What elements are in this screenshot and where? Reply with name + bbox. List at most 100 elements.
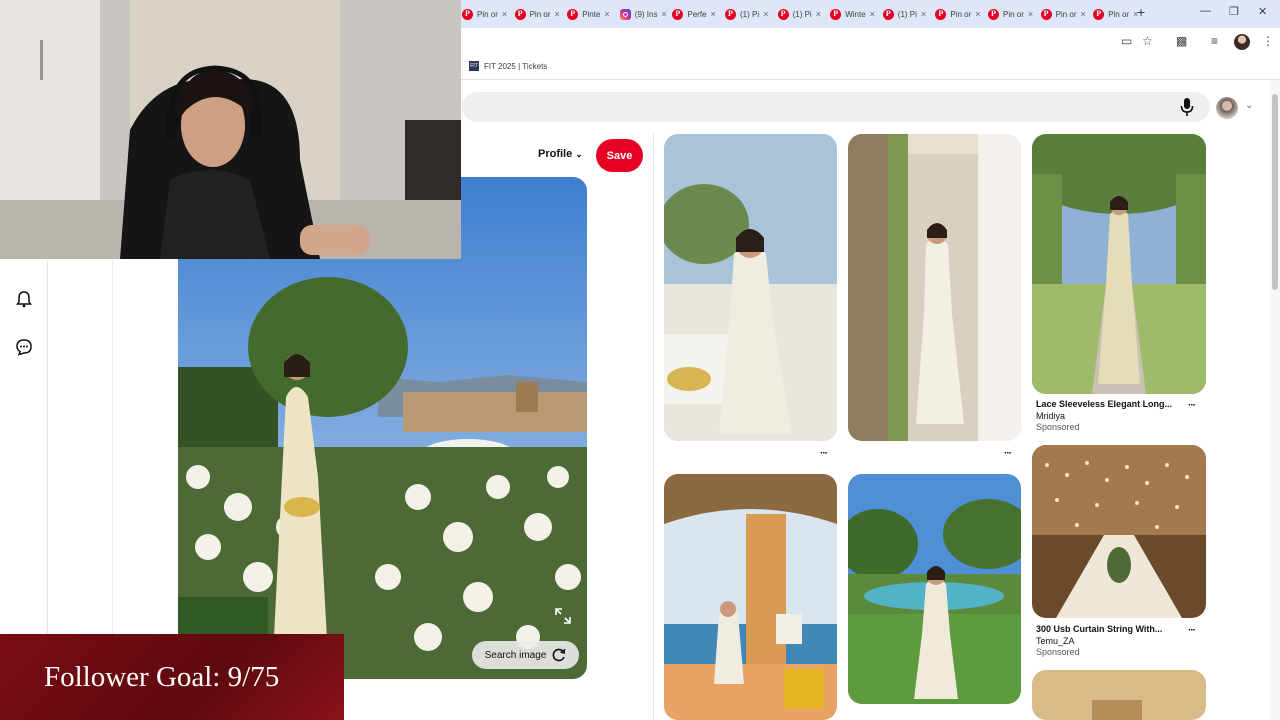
tab-close-icon[interactable]: ×	[763, 9, 768, 19]
pinterest-icon	[1040, 8, 1052, 20]
tab-label: Perfe	[687, 9, 707, 19]
pinterest-icon	[462, 8, 473, 20]
tab-close-icon[interactable]: ×	[711, 9, 716, 19]
pin-title[interactable]: Lace Sleeveless Elegant Long...	[1036, 399, 1172, 409]
tab-close-icon[interactable]: ×	[661, 9, 666, 19]
media-control-icon[interactable]: ≡	[1211, 34, 1218, 48]
instagram-icon	[619, 8, 631, 20]
profile-dropdown-button[interactable]: Profile ⌄	[538, 148, 583, 160]
screen: Pin or×Pin or×Pinte×(9) Ins×Perfe×(1) Pi…	[0, 0, 1280, 720]
dinner-table-photo	[664, 134, 837, 441]
pin-image-lace-dress[interactable]	[1032, 134, 1206, 394]
follower-goal-banner: Follower Goal: 9/75	[0, 634, 344, 720]
pin-image-dinner-table[interactable]	[664, 134, 837, 441]
tab-close-icon[interactable]: ×	[816, 9, 821, 19]
browser-tab[interactable]: Pin or×	[935, 4, 983, 24]
search-image-label: Search image	[484, 649, 547, 661]
pinterest-icon	[1093, 8, 1105, 20]
string-lights-photo	[1032, 445, 1206, 618]
pin-more-options-icon[interactable]: ···	[820, 448, 828, 459]
bookmark-fit-tickets[interactable]: FIT FIT 2025 | Tickets	[469, 61, 547, 71]
browser-tab[interactable]: Pin or×	[514, 4, 563, 24]
save-button[interactable]: Save	[596, 139, 643, 172]
tab-label: Pin or	[950, 9, 972, 19]
expand-icon[interactable]	[552, 605, 574, 627]
browser-tab[interactable]: (1) Pi ×	[882, 4, 931, 24]
browser-menu-icon[interactable]: ⋮	[1262, 34, 1274, 48]
tab-close-icon[interactable]: ×	[502, 9, 507, 19]
browser-tab[interactable]: Pinte×	[567, 4, 615, 24]
bookmark-star-icon[interactable]: ☆	[1142, 34, 1153, 48]
browser-tab[interactable]: (1) Pi×	[777, 4, 826, 24]
terrace-photo	[664, 474, 837, 720]
browser-tab[interactable]: Pin or×	[462, 4, 510, 24]
pinterest-icon	[988, 8, 999, 20]
tab-label: (1) Pi	[897, 9, 917, 19]
browser-tab[interactable]: Winte ×	[830, 4, 878, 24]
doorway-photo	[848, 134, 1021, 441]
scrollbar-thumb[interactable]	[1272, 94, 1278, 290]
tab-close-icon[interactable]: ×	[555, 9, 560, 19]
browser-profile-avatar[interactable]	[1234, 34, 1250, 50]
address-bar[interactable]	[462, 30, 1100, 54]
rail-divider	[112, 260, 113, 634]
pin-image-doorway[interactable]	[848, 134, 1021, 441]
pinterest-icon	[672, 8, 684, 20]
browser-tab[interactable]: Pin or ×	[988, 4, 1036, 24]
tab-close-icon[interactable]: ×	[921, 9, 926, 19]
pool-photo	[848, 474, 1021, 704]
streamer-webcam-feed	[0, 0, 461, 259]
pin-source[interactable]: Mridiya	[1036, 411, 1065, 421]
browser-tab[interactable]: Perfe ×	[672, 4, 720, 24]
restore-icon[interactable]: ❐	[1229, 5, 1239, 18]
pin-more-options-icon[interactable]: ···	[1188, 625, 1196, 636]
pinterest-icon	[882, 8, 894, 20]
left-navigation-rail	[0, 260, 48, 634]
tab-label: (1) Pi	[740, 9, 760, 19]
pin-sponsored-label: Sponsored	[1036, 647, 1080, 657]
tab-label: Pinte	[582, 9, 601, 19]
close-window-icon[interactable]: ✕	[1258, 5, 1267, 18]
pinterest-icon	[935, 8, 947, 20]
tab-close-icon[interactable]: ×	[604, 9, 609, 19]
install-app-icon[interactable]: ▭	[1121, 34, 1132, 48]
tab-label: (9) Ins	[634, 9, 658, 19]
tab-label: Pin or	[1055, 9, 1077, 19]
minimize-icon[interactable]: —	[1200, 5, 1211, 17]
tab-close-icon[interactable]: ×	[1028, 9, 1033, 19]
pin-title[interactable]: 300 Usb Curtain String With...	[1036, 624, 1162, 634]
pinterest-icon	[514, 8, 526, 20]
browser-tab[interactable]: (1) Pi×	[725, 4, 773, 24]
pin-image-partial[interactable]	[1032, 670, 1206, 720]
search-image-button[interactable]: Search image	[472, 641, 579, 669]
tab-label: Pin or	[1003, 9, 1024, 19]
browser-tab[interactable]: Pin or×	[1093, 4, 1141, 24]
search-input[interactable]	[462, 92, 1210, 122]
microphone-icon[interactable]	[1180, 97, 1194, 117]
pinterest-icon	[567, 8, 579, 20]
pin-image-pool[interactable]	[848, 474, 1021, 704]
pin-sponsored-label: Sponsored	[1036, 422, 1080, 432]
pin-source[interactable]: Temu_ZA	[1036, 636, 1075, 646]
notifications-bell-icon[interactable]	[15, 290, 33, 308]
pin-more-options-icon[interactable]: ···	[1188, 400, 1196, 411]
extensions-icon[interactable]: ▩	[1176, 34, 1187, 48]
visual-search-icon	[552, 648, 566, 662]
pin-more-options-icon[interactable]: ···	[1004, 448, 1012, 459]
browser-tab[interactable]: (9) Ins ×	[619, 4, 668, 24]
tab-label: Winte	[845, 9, 866, 19]
account-chevron-down-icon[interactable]: ⌄	[1245, 100, 1253, 111]
user-avatar[interactable]	[1216, 97, 1238, 119]
tab-close-icon[interactable]: ×	[1081, 9, 1086, 19]
tab-close-icon[interactable]: ×	[870, 9, 875, 19]
messages-icon[interactable]	[15, 338, 33, 356]
lace-dress-photo	[1032, 134, 1206, 394]
browser-tab[interactable]: Pin or ×	[1040, 4, 1089, 24]
tab-close-icon[interactable]: ×	[975, 9, 980, 19]
bookmark-label: FIT 2025 | Tickets	[484, 61, 548, 71]
new-tab-button[interactable]: +	[1137, 4, 1145, 20]
pin-image-terrace[interactable]	[664, 474, 837, 720]
pin-image-string-lights[interactable]	[1032, 445, 1206, 618]
chevron-down-icon: ⌄	[575, 148, 583, 159]
pinterest-icon	[830, 8, 842, 20]
